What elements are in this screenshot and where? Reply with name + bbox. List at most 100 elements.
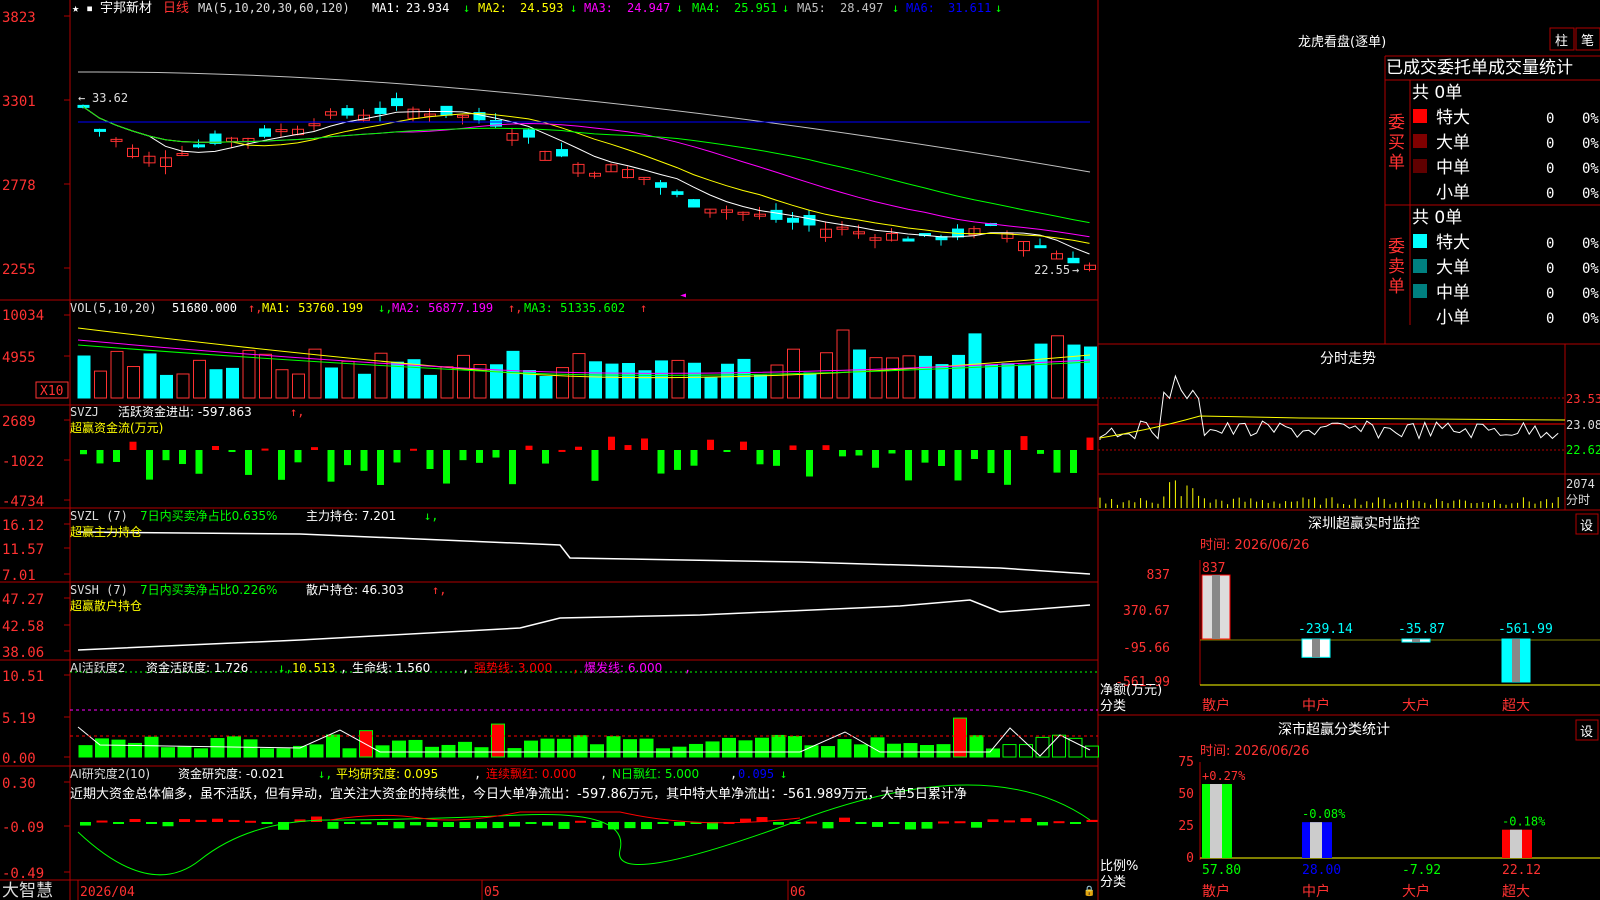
activity-bar	[969, 735, 984, 758]
bar-mode-label[interactable]: 柱	[1555, 34, 1568, 49]
volume-bar	[589, 361, 602, 399]
volume-bar	[935, 364, 949, 399]
candle-body	[902, 238, 915, 242]
activity-bar	[78, 745, 93, 758]
svzl-curve	[77, 531, 1091, 575]
app-logo[interactable]: 大智慧	[2, 881, 53, 900]
monitor-settings-label[interactable]: 设	[1580, 519, 1593, 534]
activity-bar	[1002, 744, 1017, 758]
classify-bar-change: -0.18%	[1502, 815, 1546, 829]
order-row-count: 0	[1546, 286, 1554, 302]
sell-orders-label: 委卖单	[1388, 237, 1405, 297]
flow-bar	[740, 441, 747, 450]
period-label[interactable]: 日线	[163, 1, 189, 16]
monitor-time: 时间: 2026/06/26	[1200, 538, 1309, 553]
scroll-marker-icon[interactable]: ◄	[680, 290, 686, 301]
ma6-label: MA6:	[906, 1, 935, 15]
classify-time: 时间: 2026/06/26	[1200, 744, 1309, 759]
activity-bar	[441, 744, 456, 758]
star-icon[interactable]: ★	[72, 1, 79, 15]
activity-bar	[887, 743, 901, 758]
volume-bar	[770, 364, 784, 399]
monitor-bar-label: 散户	[1202, 697, 1230, 714]
price-axis-label: 3301	[2, 94, 36, 110]
stock-name[interactable]: 宇邦新材	[100, 0, 152, 16]
research-bar	[377, 822, 388, 826]
book-icon[interactable]: ▪	[86, 1, 93, 15]
high-price-marker: ←	[78, 91, 85, 105]
order-row-count: 0	[1546, 161, 1554, 177]
order-color-swatch	[1413, 134, 1427, 148]
activity-bar	[408, 739, 423, 758]
sell-order-rows: 特大 0 0% 大单 0 0% 中单 0 0% 小单 0 0%	[1413, 233, 1599, 328]
volume-bar	[160, 374, 173, 399]
intraday-price-label: 23.53	[1566, 392, 1600, 406]
classify-bar-label: 散户	[1202, 883, 1230, 900]
flow-bar	[96, 450, 104, 464]
vol-multiplier[interactable]: X10	[40, 384, 63, 399]
research-bar	[492, 822, 504, 829]
volume-bar	[688, 362, 701, 399]
ai-research-continuous: 连续飘红: 0.000	[486, 766, 576, 781]
candle-body	[671, 191, 684, 195]
svg-text:↓,: ↓,	[318, 767, 332, 781]
lock-icon[interactable]: 🔒	[1083, 885, 1095, 897]
activity-bar	[920, 745, 934, 758]
monitor-bar-label: 超大	[1502, 698, 1530, 714]
flow-bar	[1020, 436, 1028, 450]
flow-bar	[591, 450, 599, 481]
flow-bar	[245, 450, 252, 475]
svg-text:↓: ↓	[995, 1, 1002, 15]
volume-bar	[985, 364, 998, 399]
classify-axis-label: 0	[1186, 851, 1194, 866]
intraday-price-label: 23.08	[1566, 418, 1600, 432]
classify-bar-label: 超大	[1502, 884, 1530, 900]
tick-mode-label[interactable]: 笔	[1581, 33, 1594, 49]
longhu-tabs-text[interactable]: 已成交委托单成交量统计	[1386, 58, 1573, 78]
research-bar	[822, 822, 834, 829]
buy-orders-label: 委买单	[1388, 113, 1405, 173]
research-bar	[558, 822, 570, 829]
volume-bar	[737, 358, 751, 399]
activity-bar	[177, 746, 192, 758]
price-axis-label: 3823	[2, 10, 36, 26]
ma1-label: MA1:	[372, 1, 401, 15]
volume-bar	[622, 363, 635, 399]
order-color-swatch	[1413, 109, 1427, 123]
flow-bar	[756, 450, 764, 465]
flow-bar	[492, 450, 500, 458]
activity-bar	[722, 737, 736, 758]
volume-bar	[754, 374, 767, 399]
flow-bar	[311, 447, 318, 450]
intraday-price-line	[1099, 374, 1559, 440]
svzj-axis-label: -1022	[2, 454, 44, 470]
activity-bar	[276, 748, 291, 758]
activity-bar	[111, 739, 126, 758]
research-bar	[839, 817, 850, 822]
flow-bar	[938, 450, 945, 466]
main-holding-line	[77, 531, 1091, 575]
ma4-label: MA4:	[692, 1, 721, 15]
order-color-swatch	[1413, 259, 1427, 273]
classify-bar-change: -0.08%	[1302, 807, 1346, 821]
vertical-label-char: 卖	[1388, 257, 1405, 277]
ma5-label: MA5:	[797, 1, 826, 15]
classify-settings-label[interactable]: 设	[1580, 725, 1593, 740]
activity-bar	[507, 748, 522, 758]
volume-bar	[886, 357, 899, 399]
flow-bar	[344, 450, 351, 466]
candle-body	[523, 129, 535, 138]
activity-bar	[788, 735, 802, 758]
svsh-desc: 7日内买卖净占比0.226%	[140, 582, 277, 597]
volume-bar	[655, 360, 668, 399]
classify-bar-value: 22.12	[1502, 863, 1541, 878]
svg-text:↓: ↓	[892, 1, 899, 15]
date-label-apr: 2026/04	[80, 885, 135, 900]
vol-axis-label: 10034	[2, 308, 44, 324]
ma-line	[82, 106, 1090, 238]
classify-bar-value: 57.80	[1202, 863, 1241, 878]
ma2-label: MA2:	[478, 1, 507, 15]
research-bar	[1070, 822, 1081, 824]
research-bar	[674, 822, 685, 826]
research-bar	[525, 822, 537, 824]
